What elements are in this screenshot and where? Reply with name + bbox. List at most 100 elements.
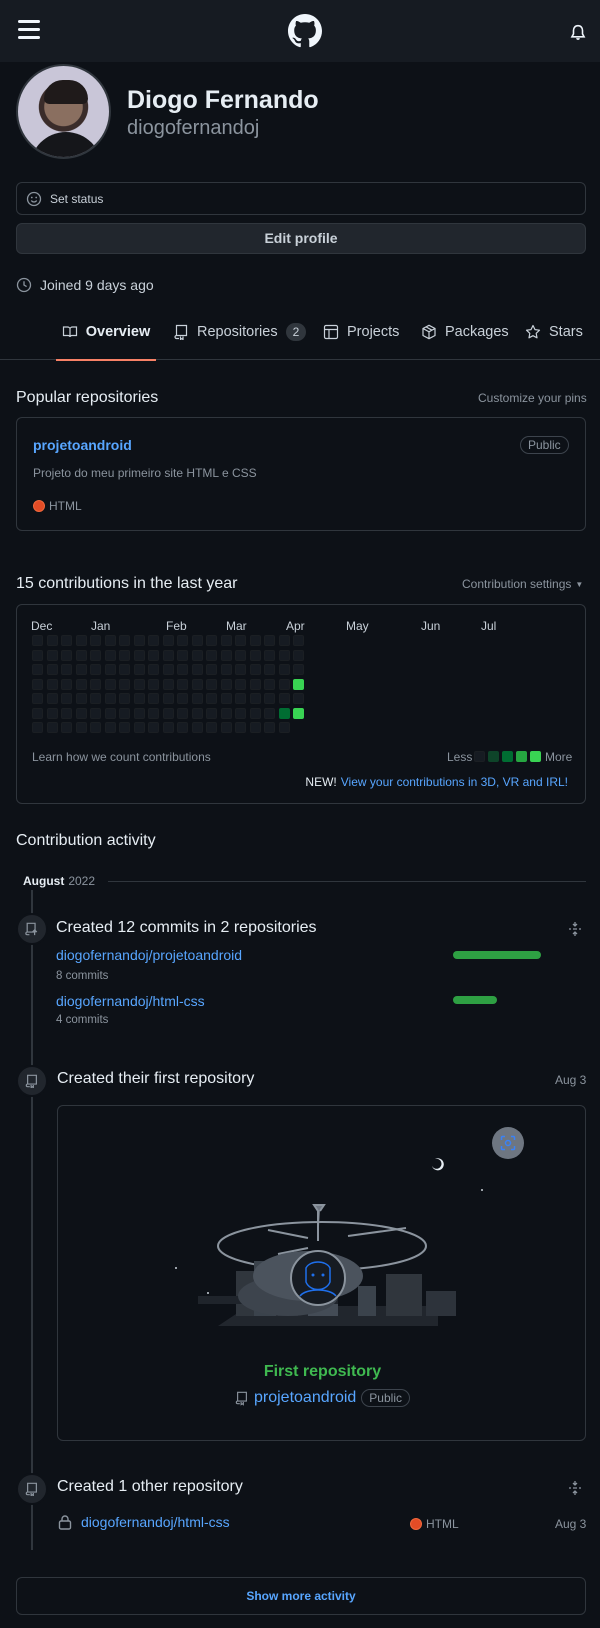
tab-packages[interactable]: Packages [421, 304, 509, 360]
contribution-day[interactable] [148, 722, 159, 733]
contribution-day[interactable] [191, 664, 203, 675]
contribution-day[interactable] [133, 649, 145, 661]
contribution-day[interactable] [191, 722, 203, 733]
contribution-day[interactable] [249, 635, 261, 646]
contribution-day[interactable] [32, 693, 43, 704]
pinned-repo-link[interactable]: projetoandroid [33, 437, 132, 453]
contribution-day[interactable] [249, 678, 261, 690]
contribution-day[interactable] [75, 635, 87, 646]
contribution-day[interactable] [264, 678, 275, 690]
tab-overview[interactable]: Overview [56, 304, 156, 361]
commit-repo-link[interactable]: diogofernandoj/html-css [56, 993, 205, 1009]
contribution-day[interactable] [177, 664, 188, 675]
contribution-day[interactable] [90, 722, 101, 733]
commit-count[interactable]: 4 commits [56, 1014, 108, 1026]
contribution-day[interactable] [61, 707, 72, 719]
contribution-day[interactable] [206, 678, 217, 690]
contribution-day[interactable] [133, 707, 145, 719]
contribution-day[interactable] [104, 664, 116, 675]
contribution-day[interactable] [162, 678, 174, 690]
contribution-day[interactable] [293, 707, 304, 719]
contribution-day[interactable] [133, 693, 145, 704]
contribution-day[interactable] [162, 635, 174, 646]
contribution-day[interactable] [61, 649, 72, 661]
set-status-button[interactable]: Set status [16, 182, 586, 215]
contribution-day[interactable] [278, 693, 290, 704]
contribution-day[interactable] [235, 635, 246, 646]
contribution-day[interactable] [293, 649, 304, 661]
contribution-day[interactable] [206, 707, 217, 719]
contribution-day[interactable] [46, 649, 58, 661]
contribution-day[interactable] [249, 693, 261, 704]
contribution-day[interactable] [46, 707, 58, 719]
contribution-day[interactable] [293, 693, 304, 704]
contribution-day[interactable] [104, 722, 116, 733]
contribution-day[interactable] [206, 664, 217, 675]
contribution-day[interactable] [46, 722, 58, 733]
contribution-day[interactable] [119, 707, 130, 719]
contribution-day[interactable] [133, 722, 145, 733]
contribution-day[interactable] [235, 693, 246, 704]
show-more-activity-button[interactable]: Show more activity [16, 1577, 586, 1615]
contribution-day[interactable] [206, 722, 217, 733]
contribution-day[interactable] [32, 664, 43, 675]
contribution-day[interactable] [293, 678, 304, 690]
contribution-day[interactable] [148, 678, 159, 690]
contribution-day[interactable] [148, 707, 159, 719]
contribution-day[interactable] [177, 722, 188, 733]
edit-profile-button[interactable]: Edit profile [16, 223, 586, 254]
contribution-day[interactable] [235, 678, 246, 690]
contribution-day[interactable] [75, 722, 87, 733]
contribution-day[interactable] [46, 635, 58, 646]
contribution-day[interactable] [90, 649, 101, 661]
contribution-day[interactable] [119, 693, 130, 704]
contribution-day[interactable] [264, 635, 275, 646]
contribution-day[interactable] [249, 707, 261, 719]
contribution-day[interactable] [220, 722, 232, 733]
contribution-day[interactable] [191, 649, 203, 661]
contribution-day[interactable] [162, 693, 174, 704]
contribution-day[interactable] [177, 649, 188, 661]
contribution-day[interactable] [32, 707, 43, 719]
contribution-day[interactable] [75, 707, 87, 719]
contribution-day[interactable] [148, 635, 159, 646]
contribution-day[interactable] [293, 664, 304, 675]
commit-count[interactable]: 8 commits [56, 970, 108, 982]
contribution-day[interactable] [90, 635, 101, 646]
contribution-day[interactable] [191, 635, 203, 646]
contribution-day[interactable] [104, 693, 116, 704]
contribution-settings-dropdown[interactable]: Contribution settings ▼ [462, 577, 583, 591]
contribution-day[interactable] [264, 693, 275, 704]
avatar[interactable] [16, 64, 111, 159]
contribution-day[interactable] [206, 649, 217, 661]
other-repo-link[interactable]: diogofernandoj/html-css [81, 1514, 230, 1530]
contribution-day[interactable] [104, 635, 116, 646]
contribution-day[interactable] [264, 664, 275, 675]
contribution-day[interactable] [206, 635, 217, 646]
contribution-day[interactable] [119, 664, 130, 675]
contributions-3d-link[interactable]: View your contributions in 3D, VR and IR… [341, 775, 568, 789]
contribution-day[interactable] [119, 722, 130, 733]
contribution-day[interactable] [162, 722, 174, 733]
contribution-day[interactable] [220, 649, 232, 661]
contribution-day[interactable] [162, 649, 174, 661]
contribution-day[interactable] [104, 649, 116, 661]
contribution-day[interactable] [46, 693, 58, 704]
notifications-bell-icon[interactable] [569, 24, 587, 42]
contribution-day[interactable] [61, 678, 72, 690]
contribution-day[interactable] [104, 678, 116, 690]
contribution-day[interactable] [191, 678, 203, 690]
contribution-day[interactable] [61, 635, 72, 646]
first-repository-link[interactable]: projetoandroid [254, 1389, 356, 1407]
contribution-day[interactable] [249, 664, 261, 675]
contribution-day[interactable] [133, 635, 145, 646]
contribution-day[interactable] [235, 707, 246, 719]
contribution-day[interactable] [206, 693, 217, 704]
contribution-day[interactable] [90, 693, 101, 704]
contribution-day[interactable] [148, 693, 159, 704]
tab-projects[interactable]: Projects [323, 304, 399, 360]
contribution-day[interactable] [32, 649, 43, 661]
contribution-day[interactable] [75, 649, 87, 661]
contribution-day[interactable] [46, 678, 58, 690]
contribution-day[interactable] [278, 635, 290, 646]
